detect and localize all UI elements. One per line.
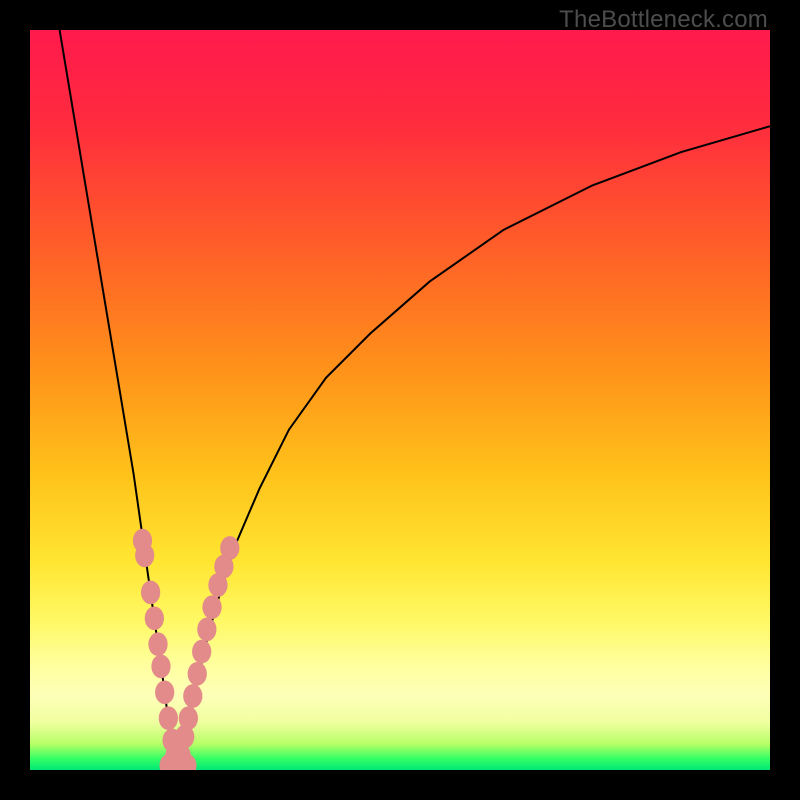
data-marker	[179, 706, 198, 730]
data-marker	[155, 680, 174, 704]
data-marker	[220, 536, 239, 560]
data-marker	[159, 706, 178, 730]
data-marker	[141, 581, 160, 605]
data-marker	[148, 632, 167, 656]
outer-frame: TheBottleneck.com	[0, 0, 800, 800]
data-marker	[192, 640, 211, 664]
data-marker	[183, 684, 202, 708]
curve-right-branch	[178, 126, 770, 770]
data-marker	[145, 606, 164, 630]
data-marker	[188, 662, 207, 686]
plot-area	[30, 30, 770, 770]
data-marker	[135, 544, 154, 568]
data-marker	[197, 618, 216, 642]
watermark-text: TheBottleneck.com	[559, 6, 768, 34]
data-marker	[151, 655, 170, 679]
data-marker	[202, 595, 221, 619]
chart-svg	[30, 30, 770, 770]
